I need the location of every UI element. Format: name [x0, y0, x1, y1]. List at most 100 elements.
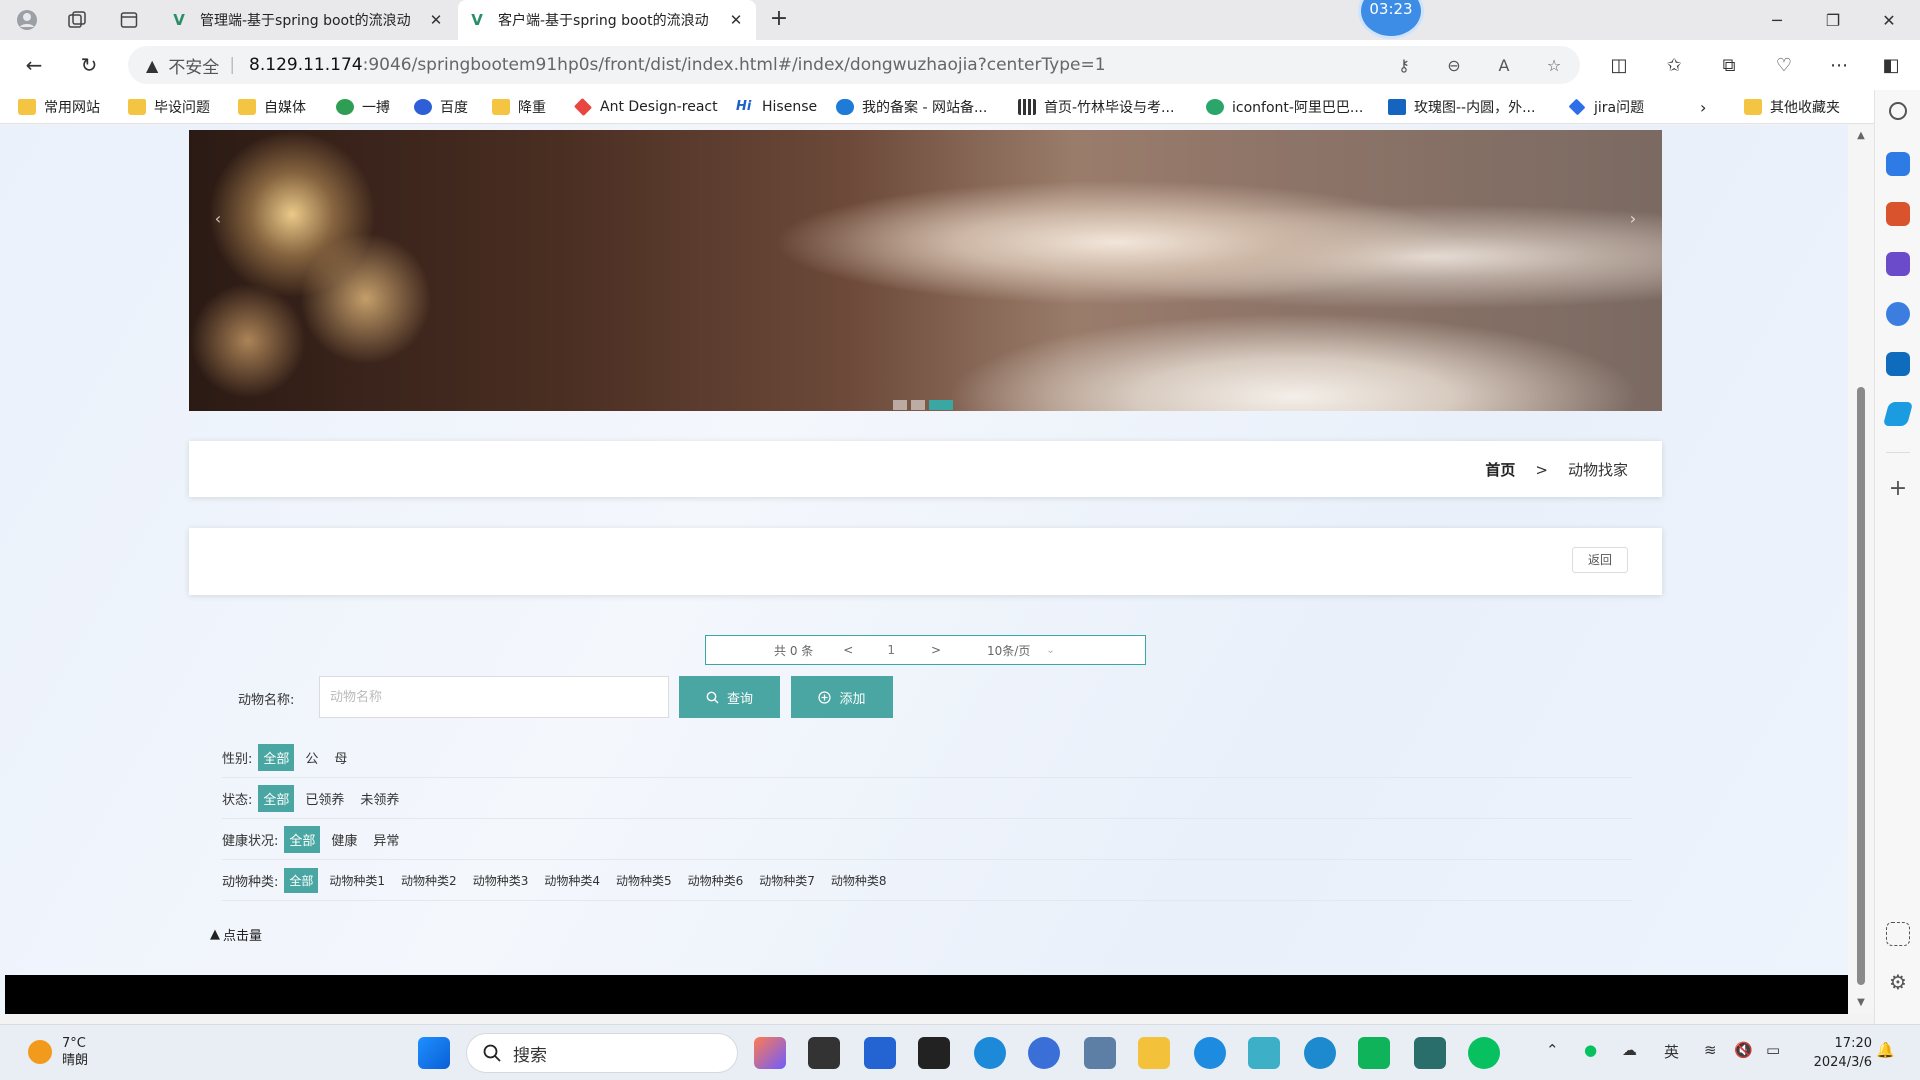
carousel-dot-active[interactable] [929, 400, 953, 410]
app-icon[interactable] [1304, 1037, 1336, 1069]
taskbar-search[interactable]: 搜索 [466, 1033, 738, 1073]
workspaces-icon[interactable] [62, 6, 92, 34]
filter-option-active[interactable]: 全部 [284, 867, 319, 893]
edge-icon[interactable] [974, 1037, 1006, 1069]
filter-option[interactable]: 动物种类5 [611, 868, 677, 893]
notification-bell-icon[interactable]: 🔔 [1876, 1041, 1895, 1059]
restore-button[interactable]: ❐ [1806, 0, 1860, 40]
battery-icon[interactable]: ▭ [1766, 1041, 1780, 1059]
weather-widget[interactable]: 7°C 晴朗 [28, 1035, 88, 1069]
bookmark-item[interactable]: jira问题 [1568, 96, 1644, 118]
copilot-icon[interactable] [1886, 302, 1910, 326]
app-icon[interactable] [918, 1037, 950, 1069]
carousel-banner[interactable]: ‹ › [189, 130, 1662, 411]
other-favorites-folder[interactable]: 其他收藏夹 [1744, 96, 1840, 118]
bookmark-item[interactable]: 玫瑰图--内圆，外... [1388, 96, 1535, 118]
filter-option[interactable]: 动物种类1 [324, 868, 390, 893]
bookmark-item[interactable]: Ant Design-react [573, 96, 718, 118]
carousel-dot[interactable] [911, 400, 925, 410]
bookmark-item[interactable]: 一搏 [336, 96, 390, 118]
add-button[interactable]: 添加 [791, 676, 893, 718]
wechat-icon[interactable] [1468, 1037, 1500, 1069]
wifi-icon[interactable]: ≋ [1704, 1041, 1717, 1059]
favorite-star-icon[interactable]: ☆ [1542, 56, 1566, 75]
more-menu-icon[interactable]: ⋯ [1822, 50, 1856, 80]
favorites-icon[interactable]: ✩ [1657, 50, 1691, 80]
ie-icon[interactable] [1194, 1037, 1226, 1069]
filter-option[interactable]: 已领养 [300, 785, 349, 812]
browser-essentials-icon[interactable]: ♡ [1767, 50, 1801, 80]
volume-muted-icon[interactable]: 🔇 [1734, 1041, 1753, 1059]
filter-option[interactable]: 母 [329, 744, 352, 771]
system-clock[interactable]: 17:20 2024/3/6 [1812, 1034, 1872, 1072]
scrollbar-thumb[interactable] [1857, 387, 1865, 985]
read-aloud-icon[interactable]: A [1492, 56, 1516, 75]
page-size-select[interactable]: 10条/页 [987, 642, 1030, 659]
close-icon[interactable]: ✕ [726, 11, 746, 29]
windows-start-icon[interactable] [418, 1037, 450, 1069]
filter-option-active[interactable]: 全部 [258, 784, 295, 812]
tab-actions-icon[interactable] [114, 6, 144, 34]
search-icon[interactable] [1889, 102, 1907, 120]
back-button[interactable]: 返回 [1572, 547, 1628, 573]
screenshot-icon[interactable] [1886, 922, 1910, 946]
scroll-down-icon[interactable]: ▼ [1855, 997, 1867, 1009]
key-icon[interactable]: ⚷ [1392, 56, 1416, 75]
filter-option[interactable]: 动物种类4 [539, 868, 605, 893]
filter-option[interactable]: 异常 [368, 826, 404, 853]
games-icon[interactable] [1886, 252, 1910, 276]
shopping-tag-icon[interactable] [1886, 152, 1910, 176]
zoom-icon[interactable]: ⊖ [1442, 56, 1466, 75]
filter-option[interactable]: 公 [300, 744, 323, 771]
app-icon[interactable] [1028, 1037, 1060, 1069]
bookmarks-overflow-chevron-icon[interactable]: › [1700, 96, 1706, 118]
pagination-next-button[interactable]: > [931, 643, 941, 657]
filter-option[interactable]: 动物种类3 [468, 868, 534, 893]
refresh-icon[interactable]: ↻ [73, 50, 105, 80]
bookmark-item[interactable]: 百度 [414, 96, 468, 118]
file-explorer-icon[interactable] [1138, 1037, 1170, 1069]
app-icon[interactable] [1358, 1037, 1390, 1069]
settings-gear-icon[interactable]: ⚙ [1886, 970, 1910, 994]
app-icon[interactable] [1084, 1037, 1116, 1069]
ime-indicator[interactable]: 英 [1664, 1041, 1679, 1062]
copilot-icon[interactable] [754, 1037, 786, 1069]
tab-client[interactable]: V 客户端-基于spring boot的流浪动 ✕ [458, 0, 756, 40]
onedrive-icon[interactable]: ☁ [1622, 1041, 1637, 1059]
filter-option[interactable]: 动物种类2 [396, 868, 462, 893]
minimize-button[interactable]: ─ [1750, 0, 1804, 40]
send-icon[interactable] [1882, 402, 1914, 426]
chevron-down-icon[interactable]: ⌄ [1046, 645, 1054, 656]
bookmark-item[interactable]: 常用网站 [18, 96, 100, 118]
back-arrow-icon[interactable]: ← [18, 50, 50, 80]
outlook-icon[interactable] [1886, 352, 1910, 376]
store-icon[interactable] [864, 1037, 896, 1069]
bookmark-item[interactable]: 首页-竹林毕设与考... [1018, 96, 1174, 118]
address-bar[interactable]: ▲ 不安全 | 8.129.11.174 :9046/springbootem9… [128, 46, 1580, 84]
carousel-dot[interactable] [893, 400, 907, 410]
carousel-prev-icon[interactable]: ‹ [203, 204, 233, 234]
scroll-up-icon[interactable]: ▲ [1855, 130, 1867, 142]
filter-option[interactable]: 健康 [326, 826, 362, 853]
sidebar-toggle-icon[interactable]: ◧ [1874, 50, 1908, 80]
scrollbar[interactable]: ▲ ▼ [1848, 125, 1874, 1014]
bookmark-item[interactable]: 我的备案 - 网站备... [836, 96, 987, 118]
app-icon[interactable] [1414, 1037, 1446, 1069]
bookmark-item[interactable]: iconfont-阿里巴巴... [1206, 96, 1363, 118]
wechat-tray-icon[interactable]: ● [1584, 1041, 1597, 1059]
sort-by-clicks[interactable]: ▲ 点击量 [210, 925, 262, 944]
tab-admin[interactable]: V 管理端-基于spring boot的流浪动 ✕ [160, 0, 456, 40]
filter-option[interactable]: 动物种类7 [754, 868, 820, 893]
profile-icon[interactable] [12, 6, 42, 34]
tray-expand-chevron-icon[interactable]: ⌃ [1546, 1041, 1559, 1059]
bookmark-item[interactable]: 毕设问题 [128, 96, 210, 118]
add-icon[interactable]: + [1886, 478, 1910, 502]
query-button[interactable]: 查询 [679, 676, 780, 718]
carousel-next-icon[interactable]: › [1618, 204, 1648, 234]
split-screen-icon[interactable]: ◫ [1602, 50, 1636, 80]
pagination-page-number[interactable]: 1 [887, 643, 895, 657]
collections-icon[interactable]: ⧉ [1712, 50, 1746, 80]
filter-option[interactable]: 动物种类6 [683, 868, 749, 893]
app-icon[interactable] [1248, 1037, 1280, 1069]
pagination-prev-button[interactable]: < [843, 643, 853, 657]
